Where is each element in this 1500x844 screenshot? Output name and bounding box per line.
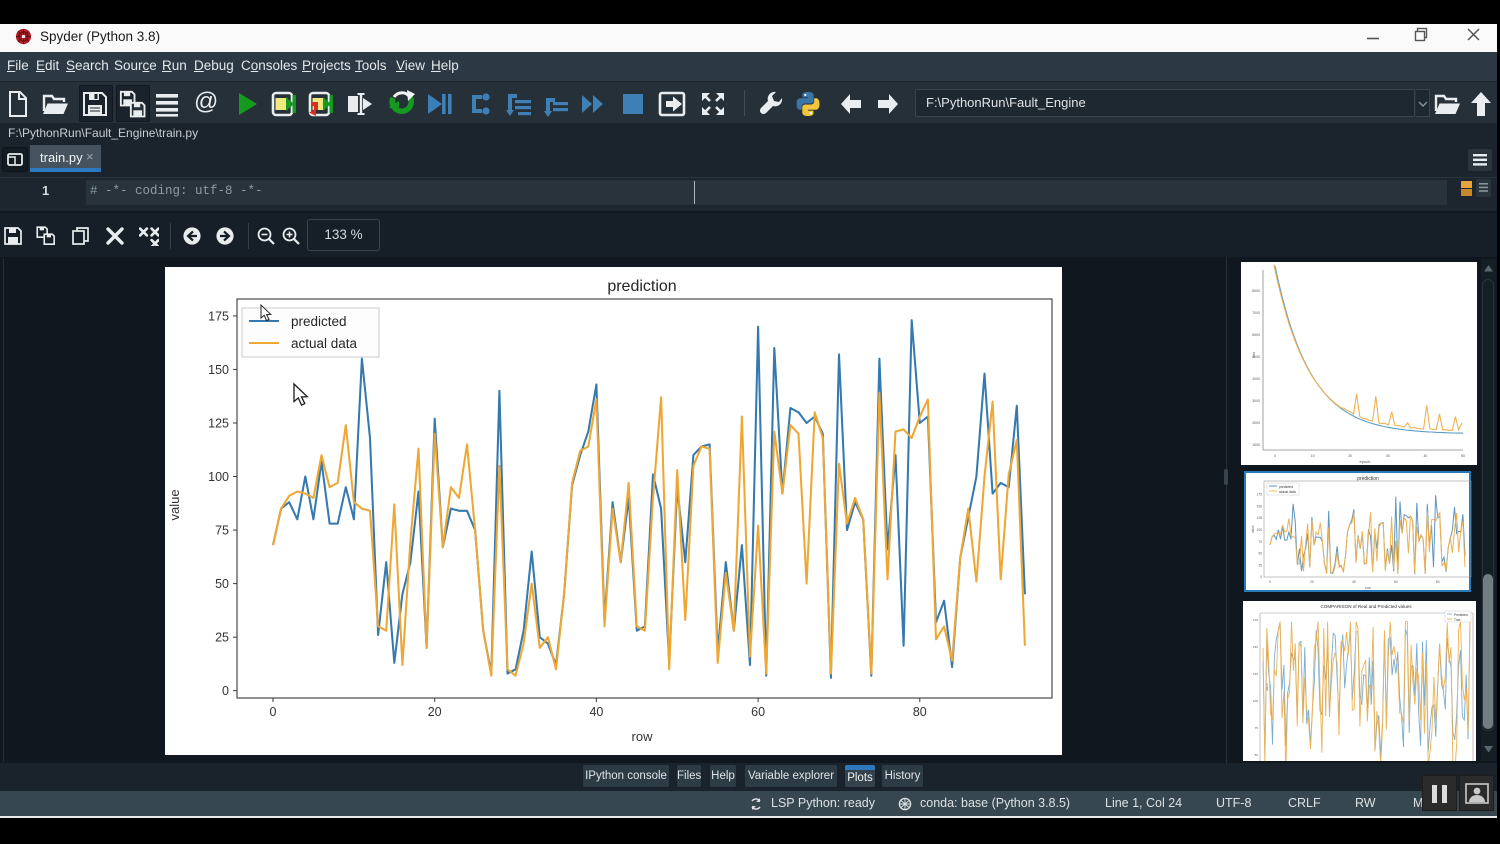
svg-text:75: 75: [1255, 726, 1259, 730]
svg-text:0: 0: [1274, 454, 1276, 458]
svg-text:3000: 3000: [1252, 399, 1260, 403]
svg-text:75: 75: [1258, 540, 1262, 544]
svg-text:175: 175: [1253, 618, 1258, 622]
svg-text:6000: 6000: [1252, 333, 1260, 337]
svg-text:epoch: epoch: [1360, 459, 1371, 464]
svg-text:100: 100: [1253, 699, 1258, 703]
svg-text:175: 175: [1257, 493, 1263, 497]
svg-text:40: 40: [589, 705, 603, 719]
svg-text:60: 60: [751, 705, 765, 719]
svg-text:80: 80: [913, 705, 927, 719]
svg-text:150: 150: [1253, 645, 1258, 649]
svg-text:2000: 2000: [1252, 421, 1260, 425]
svg-text:4000: 4000: [1252, 377, 1260, 381]
svg-text:0: 0: [1260, 575, 1262, 579]
svg-text:50: 50: [1258, 552, 1262, 556]
svg-text:actual data: actual data: [291, 336, 358, 351]
svg-text:0: 0: [1269, 580, 1271, 584]
svg-text:40: 40: [1352, 580, 1356, 584]
svg-text:125: 125: [208, 417, 229, 431]
svg-text:125: 125: [1253, 672, 1258, 676]
svg-text:50: 50: [1255, 753, 1259, 757]
svg-text:50: 50: [1461, 454, 1465, 458]
svg-text:20: 20: [1310, 580, 1314, 584]
svg-text:40: 40: [1423, 454, 1427, 458]
svg-text:80: 80: [1436, 580, 1440, 584]
svg-text:predicted: predicted: [291, 314, 347, 329]
svg-text:7000: 7000: [1252, 311, 1260, 315]
svg-text:150: 150: [1257, 504, 1263, 508]
svg-text:value: value: [1251, 525, 1255, 533]
svg-text:150: 150: [208, 363, 229, 377]
svg-text:row: row: [632, 729, 654, 744]
svg-text:Predicted: Predicted: [1454, 613, 1468, 617]
svg-text:0: 0: [222, 684, 229, 698]
svg-text:value: value: [167, 489, 182, 520]
svg-text:predicted: predicted: [1279, 485, 1293, 489]
svg-text:0: 0: [270, 705, 277, 719]
svg-text:50: 50: [215, 577, 229, 591]
svg-text:True: True: [1454, 618, 1461, 622]
svg-text:1000: 1000: [1252, 443, 1260, 447]
svg-text:COMPARISON of Real and Predict: COMPARISON of Real and Predicted values: [1320, 604, 1412, 609]
svg-text:row: row: [1365, 586, 1371, 590]
svg-text:25: 25: [1258, 563, 1262, 567]
svg-text:25: 25: [215, 631, 229, 645]
svg-text:8000: 8000: [1252, 289, 1260, 293]
svg-text:100: 100: [208, 470, 229, 484]
svg-text:125: 125: [1257, 516, 1263, 520]
svg-text:loss: loss: [1252, 352, 1256, 358]
svg-text:60: 60: [1394, 580, 1398, 584]
svg-text:prediction: prediction: [607, 278, 676, 295]
svg-text:20: 20: [428, 705, 442, 719]
svg-text:10: 10: [1311, 454, 1315, 458]
svg-text:75: 75: [215, 524, 229, 538]
svg-text:30: 30: [1386, 454, 1390, 458]
svg-text:100: 100: [1257, 528, 1263, 532]
svg-text:20: 20: [1348, 454, 1352, 458]
svg-text:175: 175: [208, 309, 229, 323]
svg-text:actual data: actual data: [1279, 490, 1296, 494]
